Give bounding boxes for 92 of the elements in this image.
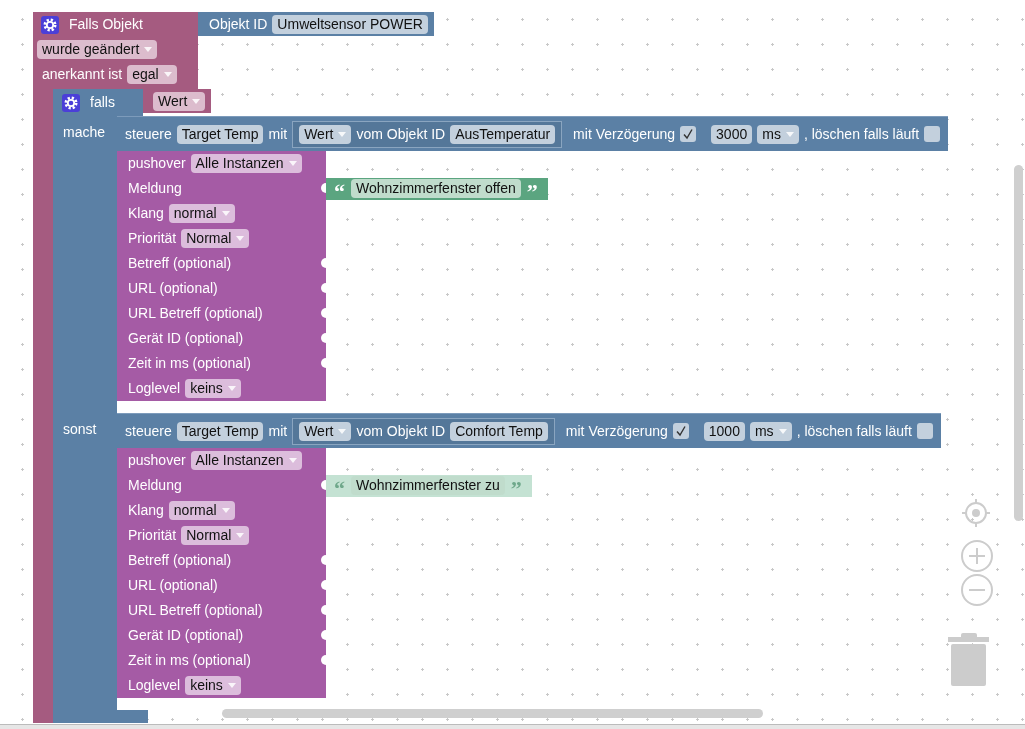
block-label: vom Objekt ID — [356, 125, 446, 143]
caret-icon — [221, 211, 230, 216]
block-label: mit — [268, 422, 288, 440]
block-label: pushover — [128, 452, 186, 469]
dropdown[interactable]: Wert — [299, 421, 352, 441]
block-label: Betreff (optional) — [128, 255, 232, 272]
block-label: Gerät ID (optional) — [128, 627, 244, 644]
dropdown[interactable]: normal — [168, 501, 235, 520]
text-field[interactable]: AusTemperatur — [450, 124, 556, 144]
block-label: URL (optional) — [128, 577, 218, 594]
block-label: steuere — [125, 125, 172, 143]
quote-mark: “ — [334, 178, 345, 201]
caret-icon — [236, 236, 245, 241]
block-label: Priorität — [128, 527, 177, 544]
text-field[interactable]: Umweltsensor POWER — [272, 14, 428, 34]
text-field[interactable]: Target Temp — [176, 124, 264, 144]
caret-icon — [288, 458, 297, 463]
block-label: Falls Objekt — [69, 16, 143, 33]
dropdown[interactable]: Wert — [299, 124, 352, 144]
block-label: mit Verzögerung — [573, 125, 676, 143]
caret-icon — [144, 47, 153, 52]
block-label: Loglevel — [128, 380, 181, 397]
block-label: Klang — [128, 502, 164, 519]
caret-icon — [227, 386, 236, 391]
check-icon — [682, 128, 695, 140]
dropdown[interactable]: ms — [757, 124, 799, 144]
caret-icon — [227, 683, 236, 688]
zoom-in-icon[interactable] — [961, 540, 993, 572]
dropdown[interactable]: wurde geändert — [37, 40, 158, 59]
block-label: Priorität — [128, 230, 177, 247]
block-label: Objekt ID — [209, 15, 268, 33]
horizontal-scrollbar[interactable] — [222, 709, 763, 718]
gear-icon[interactable] — [41, 15, 59, 34]
caret-icon — [236, 533, 245, 538]
block-label: vom Objekt ID — [356, 422, 446, 440]
caret-icon — [338, 131, 347, 137]
checkbox[interactable] — [916, 423, 933, 439]
zoom-out-icon[interactable] — [961, 574, 993, 606]
block-label: Meldung — [128, 180, 182, 197]
block-label: Klang — [128, 205, 164, 222]
quote-mark: ” — [526, 178, 538, 201]
caret-icon — [785, 131, 794, 137]
caret-icon — [288, 161, 297, 166]
text-field[interactable]: Target Temp — [176, 421, 264, 441]
block-label: mache — [63, 124, 106, 140]
dropdown[interactable]: Normal — [181, 229, 250, 248]
checkbox[interactable] — [924, 126, 941, 142]
caret-icon — [338, 428, 347, 434]
dropdown[interactable]: keins — [185, 379, 241, 398]
block-label: sonst — [63, 421, 97, 437]
number-field[interactable]: 3000 — [711, 124, 753, 144]
recenter-icon[interactable] — [961, 498, 991, 528]
gear-icon[interactable] — [62, 93, 80, 112]
dropdown[interactable]: ms — [749, 421, 792, 441]
caret-icon — [221, 508, 230, 513]
dropdown[interactable]: Alle Instanzen — [190, 154, 302, 173]
dropdown[interactable]: keins — [185, 676, 241, 695]
block-label: URL Betreff (optional) — [128, 602, 263, 619]
dropdown[interactable]: Alle Instanzen — [190, 451, 302, 470]
dropdown[interactable]: Wert — [153, 91, 206, 111]
check-icon — [674, 425, 687, 437]
quote-mark: “ — [334, 475, 345, 498]
block-label: mit Verzögerung — [565, 422, 668, 440]
checkbox[interactable] — [680, 126, 697, 142]
block-label: Betreff (optional) — [128, 552, 232, 569]
dropdown[interactable]: egal — [127, 65, 177, 84]
block-label: Gerät ID (optional) — [128, 330, 244, 347]
dropdown[interactable]: Normal — [181, 526, 250, 545]
text-field[interactable]: Comfort Temp — [450, 421, 548, 441]
quote-mark: ” — [510, 475, 522, 498]
block-label: Zeit in ms (optional) — [128, 355, 251, 372]
block-label: Loglevel — [128, 677, 181, 694]
checkbox[interactable] — [672, 423, 689, 439]
block-label: URL (optional) — [128, 280, 218, 297]
block-label: pushover — [128, 155, 186, 172]
block-label: anerkannt ist — [42, 66, 123, 83]
block-label: , löschen falls läuft — [803, 125, 920, 143]
block-label: Zeit in ms (optional) — [128, 652, 251, 669]
trash-icon[interactable] — [948, 633, 989, 687]
number-field[interactable]: 1000 — [703, 421, 745, 441]
block-label: URL Betreff (optional) — [128, 305, 263, 322]
block-label: Meldung — [128, 477, 182, 494]
block-label: mit — [268, 125, 288, 143]
block-label: falls — [90, 94, 115, 111]
block-label: , löschen falls läuft — [796, 422, 912, 440]
text-field[interactable]: Wohnzimmerfenster offen — [351, 179, 521, 198]
dropdown[interactable]: normal — [168, 204, 235, 223]
caret-icon — [192, 98, 201, 104]
vertical-scrollbar[interactable] — [1014, 165, 1023, 521]
caret-icon — [778, 428, 787, 434]
block-label: steuere — [125, 422, 172, 440]
caret-icon — [163, 72, 172, 77]
